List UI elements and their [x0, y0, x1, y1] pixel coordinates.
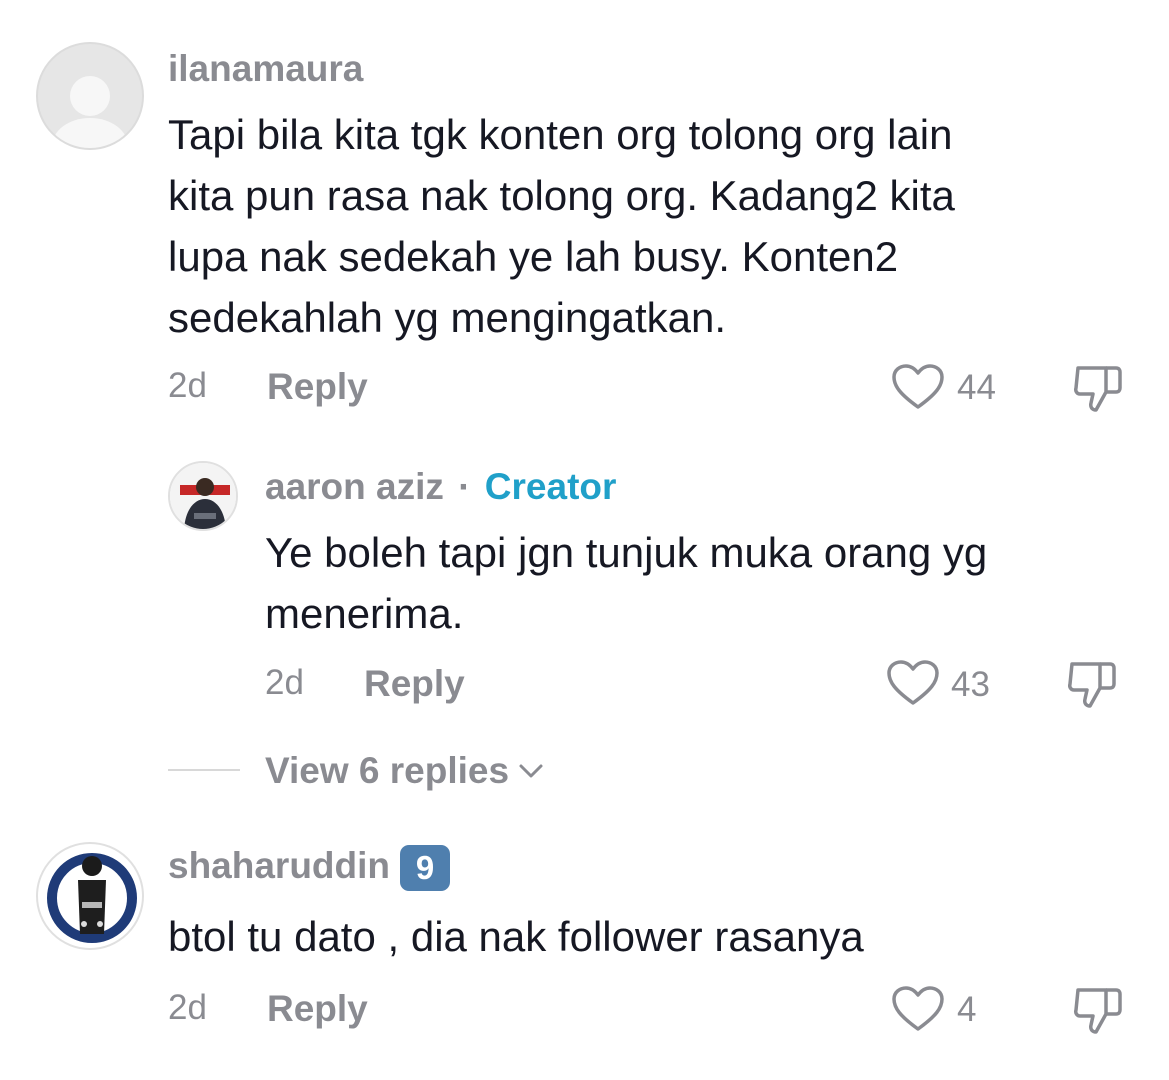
- comment-age: 2d: [168, 366, 207, 405]
- view-replies-divider: [168, 769, 240, 771]
- like-button[interactable]: [892, 364, 944, 410]
- user-avatar-icon: [47, 853, 137, 943]
- like-count: 43: [951, 665, 990, 704]
- chevron-down-icon: [519, 764, 543, 778]
- default-avatar-icon: [52, 76, 128, 148]
- thumbs-down-icon: [1068, 662, 1116, 708]
- thumbs-down-icon: [1074, 988, 1122, 1034]
- avatar[interactable]: [36, 842, 144, 950]
- comment-text-line: Tapi bila kita tgk konten org tolong org…: [168, 111, 953, 158]
- comment-username[interactable]: shaharuddin: [168, 845, 390, 886]
- reply-button[interactable]: Reply: [267, 988, 368, 1030]
- heart-icon: [887, 660, 939, 705]
- dislike-button[interactable]: [1072, 986, 1124, 1036]
- reply-username[interactable]: aaron aziz: [265, 466, 444, 507]
- dislike-button[interactable]: [1066, 660, 1118, 710]
- level-badge: 9: [400, 845, 451, 892]
- view-replies-label: View 6 replies: [265, 750, 510, 791]
- creator-label: Creator: [484, 466, 617, 507]
- thumbs-down-icon: [1074, 366, 1122, 412]
- comment-age: 2d: [168, 988, 207, 1027]
- comment-text-line: kita pun rasa nak tolong org. Kadang2 ki…: [168, 172, 955, 219]
- creator-avatar-icon: [170, 463, 236, 529]
- comment-text-line: lupa nak sedekah ye lah busy. Konten2: [168, 233, 899, 280]
- avatar[interactable]: [168, 461, 238, 531]
- heart-icon: [892, 986, 944, 1031]
- dislike-button[interactable]: [1072, 364, 1124, 414]
- separator-dot: ·: [458, 466, 471, 507]
- heart-icon: [892, 364, 944, 409]
- like-count: 4: [957, 990, 977, 1029]
- comment-username[interactable]: ilanamaura: [168, 48, 363, 90]
- view-replies-button[interactable]: View 6 replies: [265, 750, 545, 792]
- reply-button[interactable]: Reply: [364, 663, 465, 705]
- comment-text: Tapi bila kita tgk konten org tolong org…: [168, 104, 1138, 348]
- avatar[interactable]: [36, 42, 144, 150]
- comment-text-line: sedekahlah yg mengingatkan.: [168, 294, 727, 341]
- like-count: 44: [957, 368, 996, 407]
- comment-username-line: shaharuddin 9: [168, 845, 451, 892]
- reply-text: Ye boleh tapi jgn tunjuk muka orang yg m…: [265, 522, 1145, 644]
- reply-button[interactable]: Reply: [267, 366, 368, 408]
- reply-age: 2d: [265, 663, 304, 702]
- reply-text-line: Ye boleh tapi jgn tunjuk muka orang yg: [265, 529, 988, 576]
- like-button[interactable]: [892, 986, 944, 1032]
- comment-text: btol tu dato , dia nak follower rasanya: [168, 913, 864, 960]
- reply-username-line: aaron aziz · Creator: [265, 466, 616, 508]
- like-button[interactable]: [887, 660, 939, 706]
- reply-text-line: menerima.: [265, 590, 464, 637]
